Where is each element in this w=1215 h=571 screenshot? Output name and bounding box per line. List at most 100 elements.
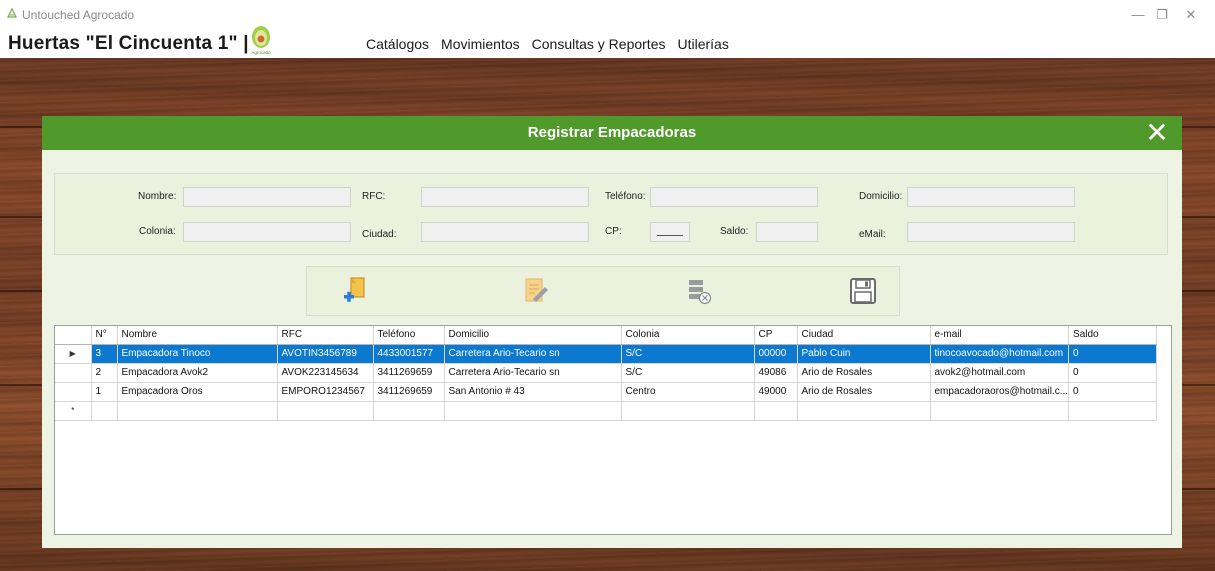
rfc-label: RFC: — [362, 191, 386, 202]
minimize-icon[interactable]: — — [1128, 6, 1148, 24]
table-row[interactable]: 1 Empacadora Oros EMPORO1234567 34112696… — [55, 382, 1158, 402]
agrocado-logo: Agrocado — [251, 26, 271, 55]
registrar-empacadoras-dialog: Registrar Empacadoras ✕ Nombre: RFC: Tel… — [42, 116, 1182, 548]
window-title: Untouched Agrocado — [22, 8, 135, 22]
column-header-rfc[interactable]: RFC — [277, 326, 374, 345]
table-cell[interactable]: San Antonio # 43 — [444, 382, 622, 402]
table-cell[interactable] — [373, 401, 445, 421]
table-cell[interactable]: AVOK223145634 — [277, 363, 374, 383]
ciudad-field[interactable] — [421, 222, 589, 242]
table-cell[interactable] — [117, 401, 278, 421]
table-cell[interactable]: AVOTIN3456789 — [277, 344, 374, 364]
table-cell[interactable]: 2 — [91, 363, 118, 383]
saldo-label: Saldo: — [720, 226, 749, 237]
table-cell[interactable]: 49000 — [754, 382, 798, 402]
table-row[interactable]: ▶ 3 Empacadora Tinoco AVOTIN3456789 4433… — [55, 344, 1158, 364]
current-row-marker: ▶ — [55, 344, 92, 364]
menu-movimientos[interactable]: Movimientos — [441, 36, 520, 52]
colonia-label: Colonia: — [139, 226, 176, 237]
new-table-row[interactable]: * — [55, 401, 1158, 421]
form-panel: Nombre: RFC: Teléfono: Domicilio: Coloni… — [54, 173, 1168, 255]
nombre-field[interactable] — [183, 187, 351, 207]
ciudad-label: Ciudad: — [362, 229, 397, 240]
column-header-ciudad[interactable]: Ciudad — [797, 326, 931, 345]
cp-label: CP: — [605, 226, 622, 237]
cp-field[interactable] — [650, 222, 690, 242]
empacadoras-table[interactable]: N° Nombre RFC Teléfono Domicilio Colonia… — [54, 325, 1172, 535]
table-cell[interactable]: Carretera Ario-Tecario sn — [444, 344, 622, 364]
table-cell[interactable]: 1 — [91, 382, 118, 402]
table-cell[interactable]: 0 — [1068, 363, 1158, 383]
brand-title: Huertas "El Cincuenta 1" | — [8, 33, 249, 54]
column-header-cp[interactable]: CP — [754, 326, 798, 345]
table-cell[interactable]: Empacadora Oros — [117, 382, 278, 402]
row-header — [55, 363, 92, 383]
table-cell[interactable]: S/C — [621, 344, 755, 364]
table-cell[interactable] — [930, 401, 1070, 421]
domicilio-field[interactable] — [907, 187, 1075, 207]
email-field[interactable] — [907, 222, 1075, 242]
table-cell[interactable]: 3 — [91, 344, 118, 364]
maximize-icon[interactable]: ❐ — [1152, 6, 1172, 24]
column-header-colonia[interactable]: Colonia — [621, 326, 755, 345]
table-cell[interactable]: Ario de Rosales — [797, 382, 931, 402]
menu-utilerias[interactable]: Utilerías — [677, 36, 728, 52]
row-header-corner — [55, 326, 92, 345]
column-header-saldo[interactable]: Saldo — [1068, 326, 1158, 345]
telefono-label: Teléfono: — [605, 191, 646, 202]
table-cell[interactable] — [91, 401, 118, 421]
table-cell[interactable]: Empacadora Avok2 — [117, 363, 278, 383]
nombre-label: Nombre: — [138, 191, 177, 202]
column-header-domicilio[interactable]: Domicilio — [444, 326, 622, 345]
colonia-field[interactable] — [183, 222, 351, 242]
column-header-no[interactable]: N° — [91, 326, 118, 345]
table-cell[interactable] — [621, 401, 755, 421]
table-cell[interactable]: Empacadora Tinoco — [117, 344, 278, 364]
column-header-telefono[interactable]: Teléfono — [373, 326, 445, 345]
svg-text:Agrocado: Agrocado — [251, 50, 271, 55]
close-x-icon[interactable]: ✕ — [1142, 118, 1172, 148]
table-cell[interactable]: 49086 — [754, 363, 798, 383]
column-header-email[interactable]: e-mail — [930, 326, 1070, 345]
table-cell[interactable] — [1068, 401, 1158, 421]
domicilio-label: Domicilio: — [859, 191, 903, 202]
table-cell[interactable]: 3411269659 — [373, 363, 445, 383]
menubar: Huertas "El Cincuenta 1" | Agrocado Catá… — [0, 26, 1215, 58]
table-cell[interactable]: 3411269659 — [373, 382, 445, 402]
row-header — [55, 382, 92, 402]
table-cell[interactable]: 4433001577 — [373, 344, 445, 364]
table-cell[interactable]: S/C — [621, 363, 755, 383]
table-cell[interactable]: Pablo Cuin — [797, 344, 931, 364]
window-titlebar: Untouched Agrocado — ❐ ✕ — [0, 0, 1215, 30]
table-cell[interactable]: Centro — [621, 382, 755, 402]
data-grid: N° Nombre RFC Teléfono Domicilio Colonia… — [55, 326, 1158, 421]
save-floppy-icon[interactable] — [847, 275, 879, 307]
new-document-icon[interactable] — [339, 275, 371, 307]
close-icon[interactable]: ✕ — [1181, 6, 1201, 24]
table-cell[interactable] — [797, 401, 931, 421]
table-cell[interactable]: empacadoraoros@hotmail.c... — [930, 382, 1070, 402]
table-cell[interactable]: EMPORO1234567 — [277, 382, 374, 402]
rfc-field[interactable] — [421, 187, 589, 207]
delete-record-icon[interactable] — [683, 275, 715, 307]
column-header-nombre[interactable]: Nombre — [117, 326, 278, 345]
edit-document-icon[interactable] — [519, 275, 551, 307]
table-cell[interactable] — [277, 401, 374, 421]
table-cell[interactable]: 0 — [1068, 382, 1158, 402]
table-cell[interactable]: tinocoavocado@hotmail.com — [930, 344, 1070, 364]
menu-catalogos[interactable]: Catálogos — [366, 36, 429, 52]
table-cell[interactable] — [754, 401, 798, 421]
table-row[interactable]: 2 Empacadora Avok2 AVOK223145634 3411269… — [55, 363, 1158, 383]
saldo-field[interactable] — [756, 222, 818, 242]
menu-consultas-reportes[interactable]: Consultas y Reportes — [532, 36, 666, 52]
cp-mask-line — [657, 235, 683, 236]
new-row-marker: * — [55, 401, 92, 421]
table-cell[interactable] — [444, 401, 622, 421]
table-cell[interactable]: 0 — [1068, 344, 1158, 364]
dialog-title: Registrar Empacadoras — [527, 124, 697, 141]
table-cell[interactable]: Ario de Rosales — [797, 363, 931, 383]
table-cell[interactable]: 00000 — [754, 344, 798, 364]
table-cell[interactable]: avok2@hotmail.com — [930, 363, 1070, 383]
table-cell[interactable]: Carretera Ario-Tecario sn — [444, 363, 622, 383]
telefono-field[interactable] — [650, 187, 818, 207]
